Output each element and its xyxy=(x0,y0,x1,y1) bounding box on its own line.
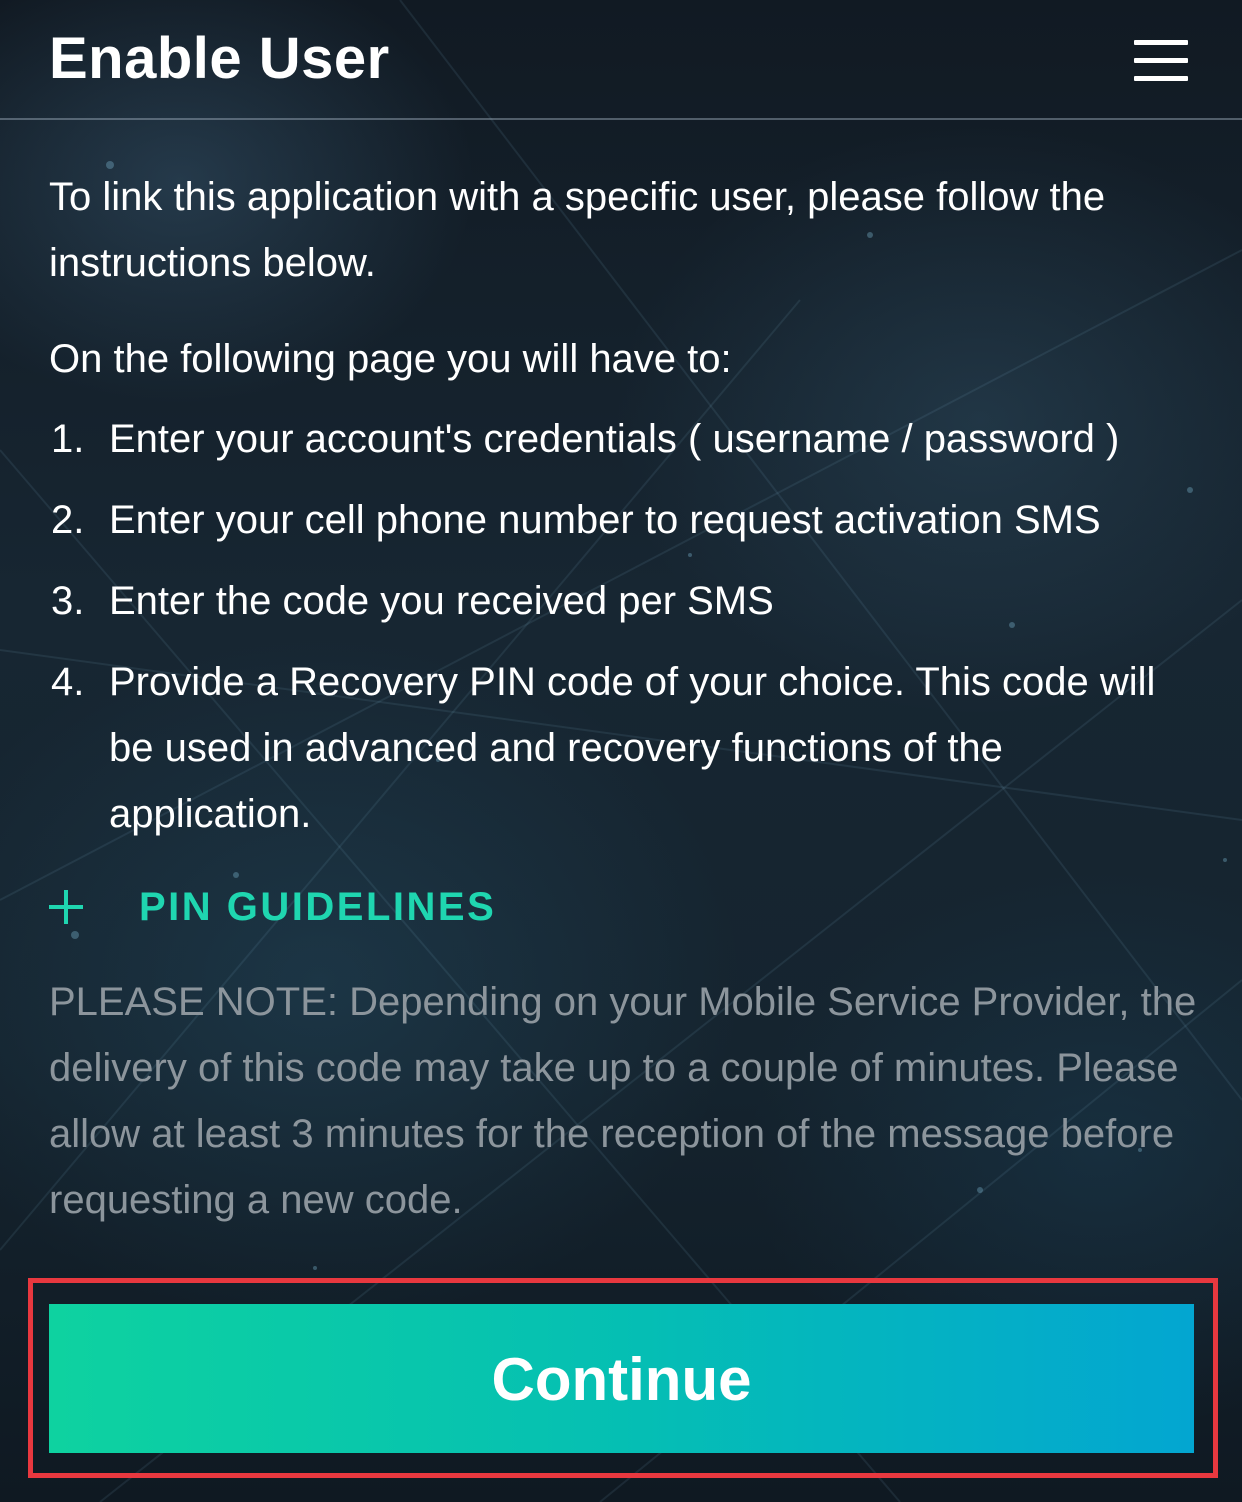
lead-text: On the following page you will have to: xyxy=(49,337,732,381)
instructions-content: To link this application with a specific… xyxy=(49,164,1209,1233)
step-number: 1. xyxy=(51,417,85,461)
intro-text: To link this application with a specific… xyxy=(49,175,1106,285)
pin-guidelines-label: PIN GUIDELINES xyxy=(139,884,497,929)
list-item: 1. Enter your account's credentials ( us… xyxy=(49,406,1209,472)
please-note-text: PLEASE NOTE: Depending on your Mobile Se… xyxy=(49,980,1197,1222)
step-text: Enter your account's credentials ( usern… xyxy=(109,417,1120,461)
step-text: Enter the code you received per SMS xyxy=(109,579,774,623)
pin-guidelines-toggle[interactable]: PIN GUIDELINES xyxy=(49,877,1209,937)
continue-button[interactable]: Continue xyxy=(49,1304,1194,1453)
step-number: 4. xyxy=(51,660,85,704)
step-number: 3. xyxy=(51,579,85,623)
step-number: 2. xyxy=(51,498,85,542)
list-item: 4. Provide a Recovery PIN code of your c… xyxy=(49,649,1209,847)
hamburger-menu-icon[interactable] xyxy=(1126,36,1196,86)
steps-list: 1. Enter your account's credentials ( us… xyxy=(49,406,1209,847)
plus-icon xyxy=(49,890,83,924)
step-text: Enter your cell phone number to request … xyxy=(109,498,1101,542)
step-text: Provide a Recovery PIN code of your choi… xyxy=(109,660,1156,836)
app-header: Enable User xyxy=(0,0,1242,120)
list-item: 2. Enter your cell phone number to reque… xyxy=(49,487,1209,553)
list-item: 3. Enter the code you received per SMS xyxy=(49,568,1209,634)
page-title: Enable User xyxy=(49,26,390,91)
